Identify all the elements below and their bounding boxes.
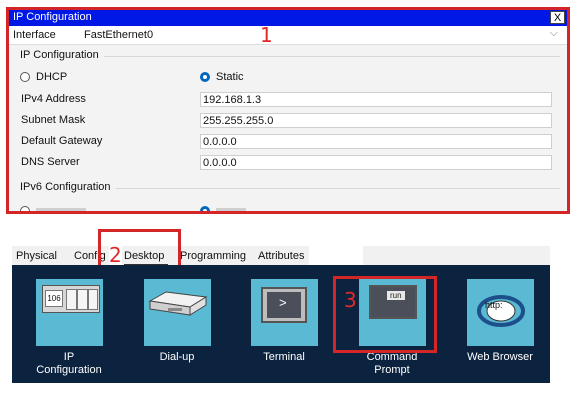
tab-attributes[interactable]: Attributes bbox=[258, 250, 304, 262]
browser-globe-drawing bbox=[477, 295, 525, 327]
tab-physical[interactable]: Physical bbox=[16, 250, 57, 262]
terminal-prompt-glyph: > bbox=[279, 295, 287, 310]
ip-panel-number: 106 bbox=[45, 290, 63, 307]
app-ip-configuration[interactable]: 106 IP Configuration bbox=[32, 279, 142, 383]
app-label: Command Prompt bbox=[366, 351, 418, 376]
app-label: Terminal bbox=[263, 351, 305, 363]
desktop-panel: 106 IP Configuration Dial-up > Terminal … bbox=[12, 265, 550, 383]
browser-http-glyph: http: bbox=[485, 300, 503, 310]
annotation-box-1 bbox=[6, 7, 570, 214]
annotation-number-2: 2 bbox=[109, 243, 122, 267]
panel-slot bbox=[88, 289, 98, 310]
monitor-screen: > bbox=[267, 292, 301, 318]
app-label: IP Configuration bbox=[36, 351, 102, 376]
annotation-number-1: 1 bbox=[260, 23, 273, 47]
app-label: Dial-up bbox=[159, 351, 195, 363]
annotation-number-3: 3 bbox=[344, 288, 357, 312]
app-label: Web Browser bbox=[467, 351, 533, 363]
tab-attributes-background bbox=[309, 246, 363, 267]
terminal-icon: > bbox=[251, 279, 318, 346]
app-web-browser[interactable]: http: Web Browser bbox=[463, 279, 573, 383]
modem-icon bbox=[144, 279, 211, 346]
panel-frame: 106 bbox=[42, 285, 100, 313]
web-browser-icon: http: bbox=[467, 279, 534, 346]
panel-slot bbox=[66, 289, 77, 310]
ip-configuration-icon: 106 bbox=[36, 279, 103, 346]
device-tab-bar: Physical Config Desktop Programming Attr… bbox=[12, 246, 550, 267]
monitor-frame: > bbox=[261, 287, 307, 323]
panel-slot bbox=[77, 289, 88, 310]
tab-programming[interactable]: Programming bbox=[180, 250, 246, 262]
modem-drawing bbox=[148, 291, 208, 316]
app-dial-up[interactable]: Dial-up bbox=[140, 279, 250, 383]
